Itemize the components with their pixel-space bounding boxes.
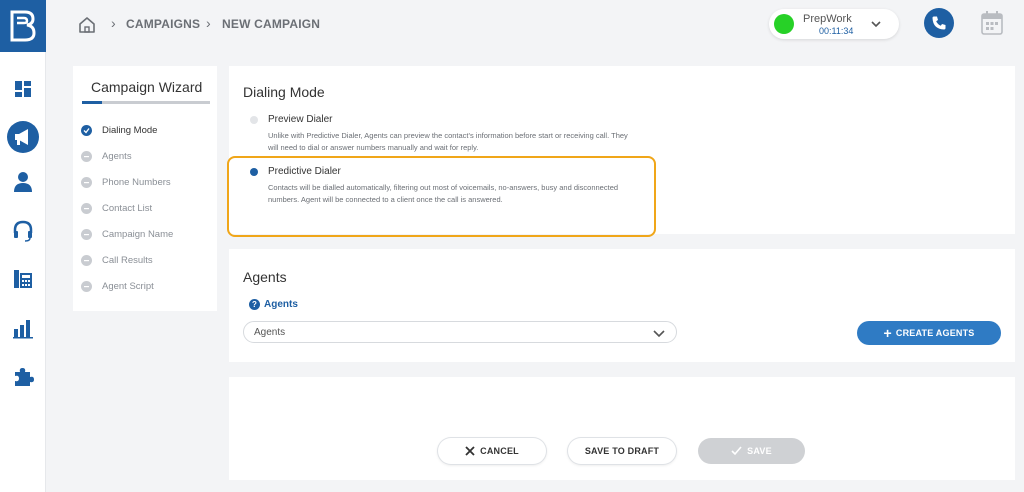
wizard-step-label: Campaign Name: [102, 228, 174, 240]
breadcrumb-campaigns[interactable]: CAMPAIGNS: [126, 17, 200, 31]
radio-description: Unlike with Predictive Dialer, Agents ca…: [268, 131, 628, 152]
minus-icon: [81, 228, 92, 240]
agents-select-value: Agents: [254, 327, 286, 338]
wizard-progress-bar: [82, 101, 210, 104]
save-to-draft-label: SAVE TO DRAFT: [584, 446, 660, 456]
wizard-step-label: Agents: [102, 150, 132, 162]
agents-title: Agents: [243, 269, 287, 285]
chevron-down-icon: [871, 21, 881, 28]
campaign-wizard-panel: Campaign Wizard Dialing Mode Agents Phon…: [73, 66, 217, 311]
wizard-title: Campaign Wizard: [91, 79, 203, 95]
chevron-right-icon: ›: [206, 15, 211, 31]
chevron-down-icon: [653, 330, 665, 338]
top-header: › CAMPAIGNS › NEW CAMPAIGN PrepWork 00:1…: [46, 0, 1024, 52]
logo-icon: [10, 10, 36, 42]
wizard-step-campaign-name[interactable]: Campaign Name: [81, 227, 173, 241]
wizard-step-phone-numbers[interactable]: Phone Numbers: [81, 175, 171, 189]
radio-button[interactable]: [250, 116, 258, 124]
minus-icon: [81, 176, 92, 188]
agents-select[interactable]: Agents: [243, 321, 677, 343]
user-icon[interactable]: [8, 167, 38, 197]
agents-card: Agents ? Agents Agents + CREATE AGENTS: [229, 249, 1015, 362]
create-agents-button[interactable]: + CREATE AGENTS: [857, 321, 1001, 345]
wizard-step-label: Dialing Mode: [102, 124, 158, 136]
cancel-button[interactable]: CANCEL: [438, 438, 546, 464]
agent-status-selector[interactable]: PrepWork 00:11:34: [769, 9, 899, 39]
dialing-mode-title: Dialing Mode: [243, 84, 325, 100]
app-logo[interactable]: [0, 0, 46, 52]
agents-field-label-row: ? Agents: [249, 299, 298, 310]
check-icon: [81, 124, 92, 136]
status-name: PrepWork: [803, 13, 852, 25]
dashboard-icon[interactable]: [8, 74, 38, 104]
save-button[interactable]: SAVE: [698, 438, 805, 464]
phone-icon: [932, 16, 946, 30]
status-timer: 00:11:34: [819, 26, 854, 36]
help-icon[interactable]: ?: [249, 299, 260, 310]
save-label: SAVE: [747, 446, 772, 456]
selection-highlight: [227, 156, 656, 237]
wizard-progress-fill: [82, 101, 103, 104]
wizard-step-label: Agent Script: [102, 280, 154, 292]
bar-chart-icon[interactable]: [8, 313, 38, 343]
agents-field-label: Agents: [264, 299, 298, 310]
minus-icon: [81, 254, 92, 266]
megaphone-icon[interactable]: [5, 119, 41, 155]
wizard-step-label: Contact List: [102, 202, 153, 214]
puzzle-icon[interactable]: [8, 361, 38, 391]
close-icon: [465, 446, 475, 456]
breadcrumb-new-campaign: NEW CAMPAIGN: [222, 17, 321, 31]
sidebar: [0, 0, 46, 492]
wizard-step-agent-script[interactable]: Agent Script: [81, 279, 154, 293]
wizard-step-contact-list[interactable]: Contact List: [81, 201, 152, 215]
phone-button[interactable]: [924, 8, 954, 38]
wizard-step-label: Call Results: [102, 254, 153, 266]
phonebook-icon[interactable]: [8, 264, 38, 294]
create-agents-label: CREATE AGENTS: [895, 328, 975, 338]
headset-icon[interactable]: [8, 216, 38, 246]
wizard-step-dialing-mode[interactable]: Dialing Mode: [81, 123, 157, 137]
minus-icon: [81, 280, 92, 292]
wizard-step-label: Phone Numbers: [102, 176, 171, 188]
home-icon[interactable]: [76, 14, 98, 36]
status-indicator: [774, 14, 794, 34]
minus-icon: [81, 202, 92, 214]
minus-icon: [81, 150, 92, 162]
radio-label: Preview Dialer: [268, 114, 333, 125]
wizard-step-call-results[interactable]: Call Results: [81, 253, 153, 267]
plus-icon: +: [883, 325, 892, 341]
check-icon: [731, 446, 742, 456]
save-to-draft-button[interactable]: SAVE TO DRAFT: [568, 438, 676, 464]
calendar-icon[interactable]: [980, 10, 1004, 36]
wizard-step-agents[interactable]: Agents: [81, 149, 132, 163]
cancel-label: CANCEL: [480, 446, 519, 456]
chevron-right-icon: ›: [111, 15, 116, 31]
actions-card: CANCEL SAVE TO DRAFT SAVE: [229, 377, 1015, 480]
